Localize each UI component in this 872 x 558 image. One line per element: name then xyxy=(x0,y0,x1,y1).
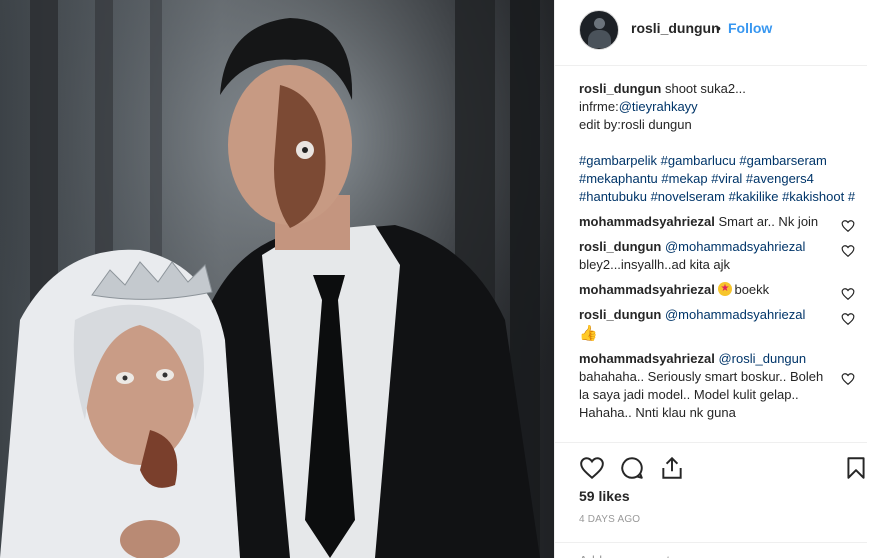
post-header: rosli_dungun • Follow xyxy=(555,0,867,66)
thumbs-up-emoji-icon: 👍 xyxy=(579,324,598,342)
avatar[interactable] xyxy=(579,10,619,50)
comment-item: rosli_dungun @mohammadsyahriezal bley2..… xyxy=(579,238,861,274)
comment-item: mohammadsyahriezal Smart ar.. Nk join xyxy=(579,213,861,233)
comment-mention[interactable]: @mohammadsyahriezal xyxy=(665,239,805,254)
heart-icon[interactable] xyxy=(841,287,855,301)
post-photo[interactable] xyxy=(0,0,554,558)
caption-line3: edit by:rosli dungun xyxy=(579,117,692,132)
add-comment-input[interactable] xyxy=(579,553,839,558)
comments-list[interactable]: rosli_dungun shoot suka2... infrme:@tiey… xyxy=(579,80,861,442)
heart-icon[interactable] xyxy=(579,455,605,481)
caption-username[interactable]: rosli_dungun xyxy=(579,81,661,96)
comment-item: rosli_dungun @mohammadsyahriezal 👍 xyxy=(579,306,861,343)
comment-item: mohammadsyahriezal boekk xyxy=(579,280,861,301)
follow-button[interactable]: Follow xyxy=(728,20,772,36)
post-timestamp[interactable]: 4 DAYS AGO xyxy=(579,514,640,525)
likes-count[interactable]: 59 likes xyxy=(579,488,630,504)
avatar-head xyxy=(594,18,605,29)
comment-username[interactable]: mohammadsyahriezal xyxy=(579,351,715,366)
bookmark-icon[interactable] xyxy=(843,455,869,481)
comment-username[interactable]: rosli_dungun xyxy=(579,239,661,254)
header-separator: • xyxy=(716,20,721,36)
comment-text: Smart ar.. Nk join xyxy=(718,214,819,229)
comment-text: boekk xyxy=(734,282,770,297)
comment-username[interactable]: mohammadsyahriezal xyxy=(579,214,715,229)
share-icon[interactable] xyxy=(659,455,685,481)
post-side-panel: rosli_dungun • Follow rosli_dungun shoot… xyxy=(554,0,872,558)
post-photo-illustration xyxy=(0,0,554,558)
comment-mention[interactable]: @rosli_dungun xyxy=(718,351,806,366)
comment-username[interactable]: mohammadsyahriezal xyxy=(579,282,715,297)
header-username[interactable]: rosli_dungun xyxy=(631,20,720,36)
comment-mention[interactable]: @mohammadsyahriezal xyxy=(665,307,805,322)
caption: rosli_dungun shoot suka2... infrme:@tiey… xyxy=(579,80,861,206)
heart-icon[interactable] xyxy=(841,219,855,233)
caption-hashtags[interactable]: #gambarpelik #gambarlucu #gambarseram #m… xyxy=(579,152,861,206)
comment-item: mohammadsyahriezal @rosli_dungun bahahah… xyxy=(579,350,861,422)
caption-mention[interactable]: @tieyrahkayy xyxy=(619,99,698,114)
caption-text: shoot suka2... xyxy=(664,81,746,96)
heart-icon[interactable] xyxy=(841,372,855,386)
heart-icon[interactable] xyxy=(841,244,855,258)
comment-text: bley2...insyallh..ad kita ajk xyxy=(579,257,731,272)
add-comment-bar xyxy=(555,542,867,558)
caption-line2-prefix: infrme: xyxy=(579,99,619,114)
avatar-body xyxy=(588,30,611,48)
comment-text: bahahaha.. Seriously smart boskur.. Bole… xyxy=(579,369,824,420)
heart-icon[interactable] xyxy=(841,312,855,326)
comment-username[interactable]: rosli_dungun xyxy=(579,307,661,322)
comment-icon[interactable] xyxy=(619,455,645,481)
star-struck-emoji-icon xyxy=(718,280,733,298)
